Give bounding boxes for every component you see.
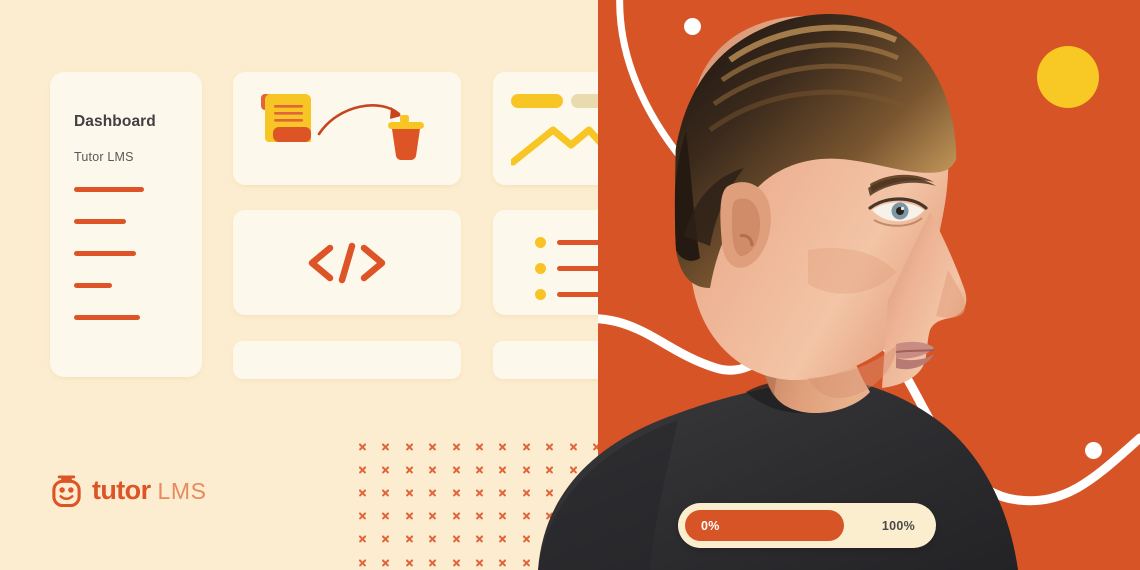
cross-mark	[428, 442, 437, 451]
cross-mark	[405, 512, 414, 521]
cross-mark	[358, 442, 367, 451]
cross-mark	[428, 558, 437, 567]
cross-mark	[381, 535, 390, 544]
yellow-circle	[1037, 46, 1099, 108]
cross-mark	[358, 512, 367, 521]
sidebar-menu-item-5[interactable]	[74, 315, 140, 320]
cross-mark	[358, 465, 367, 474]
progress-bar-fill: 0%	[685, 510, 844, 541]
cross-mark	[381, 558, 390, 567]
cross-mark	[405, 488, 414, 497]
code-icon	[233, 210, 461, 315]
cross-mark	[358, 558, 367, 567]
product-name-label: Tutor LMS	[74, 150, 134, 164]
progress-bar[interactable]: 0% 100%	[678, 503, 936, 548]
cross-mark	[428, 512, 437, 521]
sidebar-menu-item-3[interactable]	[74, 251, 136, 256]
cross-mark	[381, 512, 390, 521]
progress-end-label: 100%	[881, 518, 915, 533]
cross-mark	[428, 465, 437, 474]
cross-mark	[358, 535, 367, 544]
cross-mark	[452, 442, 461, 451]
sidebar-menu-item-1[interactable]	[74, 187, 144, 192]
sidebar-menu-item-2[interactable]	[74, 219, 126, 224]
sidebar-menu-placeholder-list	[74, 187, 184, 347]
dashboard-sidebar-card[interactable]: Dashboard Tutor LMS	[50, 72, 202, 377]
cross-mark	[381, 488, 390, 497]
cross-mark	[428, 535, 437, 544]
cross-mark	[452, 465, 461, 474]
cross-mark	[452, 512, 461, 521]
cross-mark	[381, 442, 390, 451]
logo-word-lms: LMS	[157, 478, 207, 504]
code-card[interactable]	[233, 210, 461, 315]
cross-mark	[428, 488, 437, 497]
tutor-lms-logo[interactable]: tutor LMS	[50, 474, 207, 508]
placeholder-bar-left[interactable]	[233, 341, 461, 379]
man-in-profile-photo	[478, 0, 1038, 570]
cross-mark	[405, 535, 414, 544]
cross-mark	[452, 535, 461, 544]
cross-mark	[405, 558, 414, 567]
progress-start-label: 0%	[701, 518, 720, 533]
banner-stage: Dashboard Tutor LMS tutor LMS 0% 100%	[0, 0, 1140, 570]
sidebar-menu-item-4[interactable]	[74, 283, 112, 288]
cross-mark	[358, 488, 367, 497]
tutor-lms-owl-icon	[50, 474, 83, 508]
page-title: Dashboard	[74, 113, 156, 130]
cross-mark	[405, 465, 414, 474]
document-to-trash-icon	[253, 88, 443, 168]
cross-mark	[405, 442, 414, 451]
logo-word-tutor: tutor	[92, 475, 151, 505]
cross-mark	[452, 558, 461, 567]
cross-mark	[452, 488, 461, 497]
white-dot-bottom	[1085, 442, 1102, 459]
document-delete-card[interactable]	[233, 72, 461, 185]
cross-mark	[381, 465, 390, 474]
